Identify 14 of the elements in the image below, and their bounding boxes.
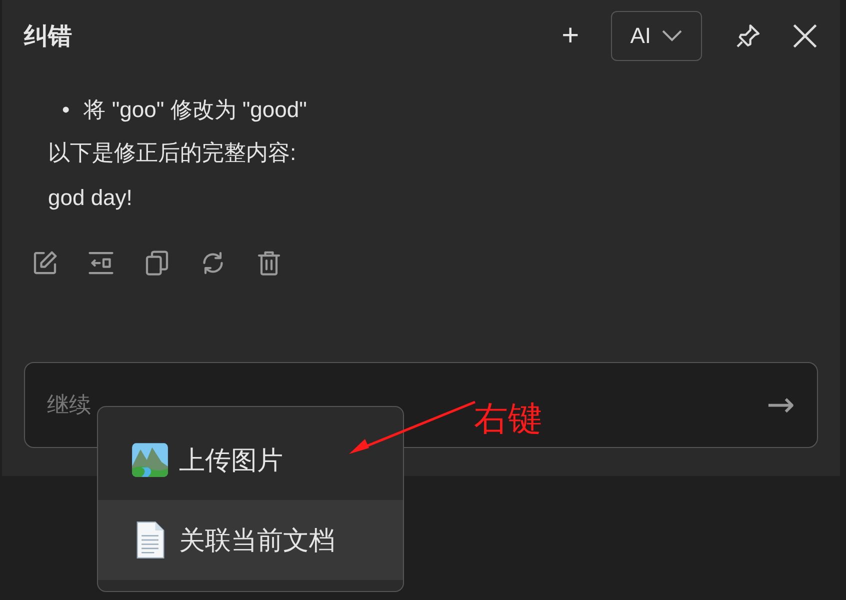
model-select[interactable]: AI <box>611 11 702 61</box>
panel-title: 纠错 <box>24 22 73 52</box>
message-text: 以下是修正后的完整内容: <box>48 139 298 167</box>
send-button[interactable]: → <box>766 385 795 425</box>
message-text: god day! <box>48 184 134 212</box>
add-button[interactable]: + <box>556 19 586 53</box>
message-bullet: 将 "goo" 修改为 "good" <box>84 96 307 124</box>
close-icon[interactable] <box>792 23 818 49</box>
annotation-label: 右键 <box>474 399 542 440</box>
bullet-marker: • <box>62 96 70 124</box>
chevron-down-icon <box>661 29 683 43</box>
pin-icon[interactable] <box>734 22 762 50</box>
landscape-icon <box>131 441 169 479</box>
menu-item[interactable]: 关联当前文档 <box>98 500 403 580</box>
